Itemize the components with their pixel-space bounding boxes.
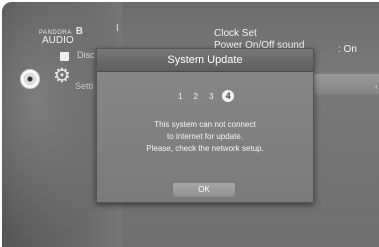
message-line: to internet for update. <box>166 132 244 141</box>
menu-item-clock-set[interactable]: Clock Set <box>214 28 257 39</box>
error-message: This system can not connect to internet … <box>97 119 313 155</box>
disc-small-icon <box>60 52 69 61</box>
disc-label: Disc <box>77 50 95 60</box>
gear-icon[interactable]: ⚙ <box>53 66 73 86</box>
category-label: AUDIO <box>42 35 74 46</box>
ok-button[interactable]: OK <box>173 183 235 197</box>
power-sound-value: : On <box>338 44 357 55</box>
disc-icon[interactable] <box>20 69 40 89</box>
tv-screen: PANDORA B AUDIO Disc ⚙ Setti I Clock Set … <box>2 2 379 247</box>
settings-label: Setti <box>75 81 94 91</box>
step-4-active: 4 <box>222 90 235 102</box>
dialog-title-bar: System Update <box>97 49 313 72</box>
system-update-dialog: System Update 1 2 3 4 This system can no… <box>96 48 314 203</box>
message-line: This system can not connect <box>154 120 256 129</box>
scroll-indicator-icon: ‹ <box>375 82 378 91</box>
step-indicator: 1 2 3 4 <box>97 86 313 104</box>
divider-mark: I <box>116 23 119 34</box>
step-1: 1 <box>178 92 183 101</box>
message-line: Please, check the network setup. <box>146 144 264 153</box>
dialog-title: System Update <box>167 54 243 66</box>
step-2: 2 <box>193 92 198 101</box>
step-3: 3 <box>208 92 214 101</box>
